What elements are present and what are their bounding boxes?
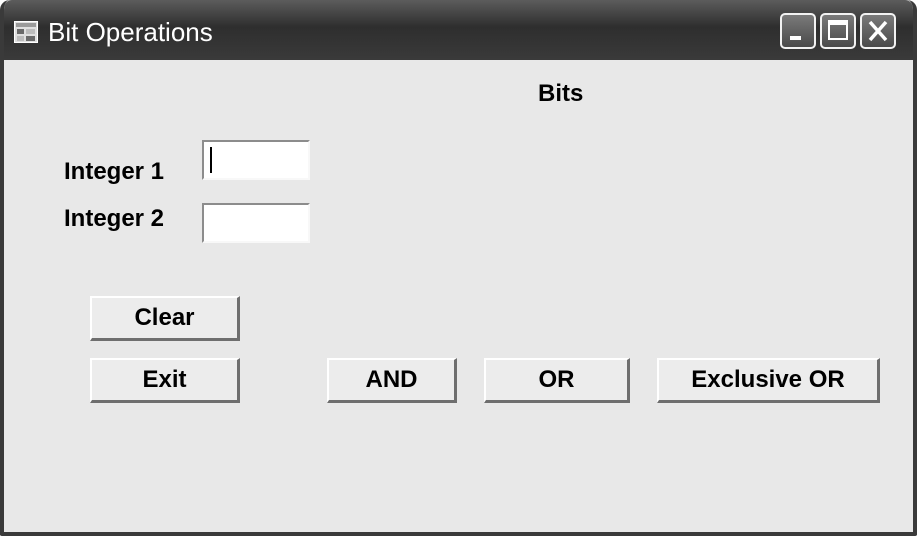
- maximize-button[interactable]: [820, 13, 856, 49]
- integer2-label: Integer 2: [64, 205, 165, 232]
- integer1-input[interactable]: [202, 140, 310, 180]
- or-button[interactable]: OR: [484, 358, 630, 403]
- bits-output-label: Bits: [538, 80, 584, 107]
- close-button[interactable]: [860, 13, 896, 49]
- form-window-icon[interactable]: [14, 21, 38, 43]
- title-bar[interactable]: Bit Operations: [4, 0, 913, 60]
- clear-button[interactable]: Clear: [90, 296, 240, 341]
- minimize-button[interactable]: [780, 13, 816, 49]
- text-caret: [210, 147, 212, 173]
- exclusive-or-button[interactable]: Exclusive OR: [657, 358, 880, 403]
- bit-operations-window: Bit Operations Bits Integer 1 Integer 2 …: [0, 0, 917, 536]
- exit-button[interactable]: Exit: [90, 358, 240, 403]
- integer2-input[interactable]: [202, 203, 310, 243]
- window-title: Bit Operations: [48, 17, 213, 47]
- and-button[interactable]: AND: [327, 358, 457, 403]
- integer1-label: Integer 1: [64, 158, 165, 185]
